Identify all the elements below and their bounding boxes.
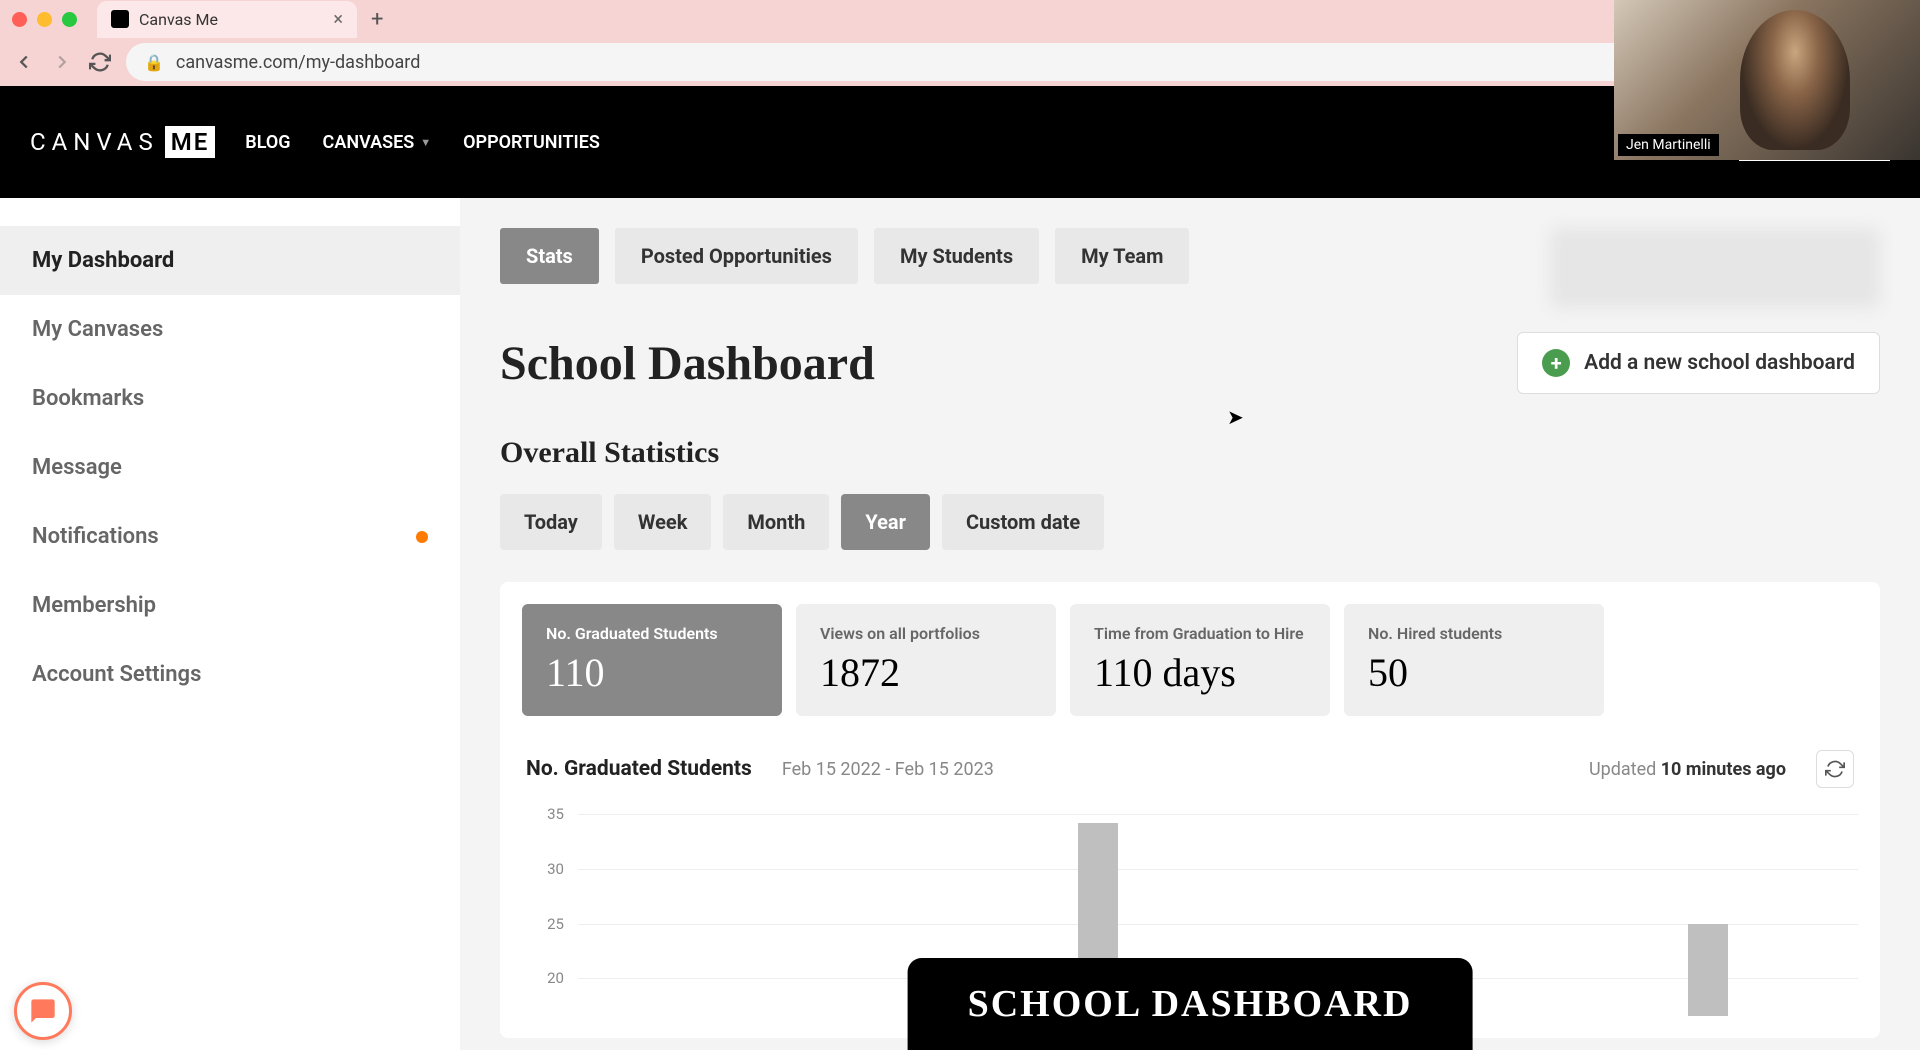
- logo[interactable]: CANVAS ME: [30, 126, 215, 158]
- tab-posted-opportunities[interactable]: Posted Opportunities: [615, 228, 858, 284]
- new-tab-button[interactable]: +: [371, 7, 383, 32]
- chart-date-range: Feb 15 2022 - Feb 15 2023: [782, 759, 994, 780]
- sidebar-item-dashboard[interactable]: My Dashboard: [0, 226, 460, 295]
- close-icon[interactable]: ×: [333, 9, 343, 30]
- chart-y-axis: 35 30 25 20: [522, 806, 570, 1016]
- stat-label: Time from Graduation to Hire: [1094, 624, 1306, 643]
- forward-button[interactable]: [50, 50, 74, 74]
- chart-updated-label: Updated 10 minutes ago: [1589, 759, 1786, 780]
- overlay-banner: SCHOOL DASHBOARD: [908, 958, 1473, 1050]
- page-title: School Dashboard: [500, 336, 875, 391]
- range-year[interactable]: Year: [841, 494, 930, 550]
- window-minimize-button[interactable]: [37, 12, 52, 27]
- video-person: [1740, 10, 1850, 150]
- video-call-overlay[interactable]: Jen Martinelli: [1614, 0, 1920, 160]
- sidebar-item-membership[interactable]: Membership: [0, 571, 460, 640]
- stat-card-hired[interactable]: No. Hired students 50: [1344, 604, 1604, 716]
- y-tick: 25: [547, 915, 564, 933]
- content-area: Stats Posted Opportunities My Students M…: [460, 198, 1920, 1050]
- range-custom[interactable]: Custom date: [942, 494, 1104, 550]
- sidebar: My Dashboard My Canvases Bookmarks Messa…: [0, 198, 460, 1050]
- stat-label: Views on all portfolios: [820, 624, 1032, 643]
- range-week[interactable]: Week: [614, 494, 711, 550]
- nav-blog[interactable]: BLOG: [245, 132, 290, 153]
- stat-value: 110: [546, 649, 758, 696]
- redacted-region: [1550, 228, 1880, 308]
- stat-label: No. Hired students: [1368, 624, 1580, 643]
- chart-header: No. Graduated Students Feb 15 2022 - Feb…: [522, 750, 1858, 788]
- y-tick: 20: [547, 969, 564, 987]
- refresh-button[interactable]: [1816, 750, 1854, 788]
- add-button-label: Add a new school dashboard: [1584, 351, 1855, 375]
- nav-canvases[interactable]: CANVASES▼: [323, 132, 432, 153]
- window-close-button[interactable]: [12, 12, 27, 27]
- y-tick: 30: [547, 860, 564, 878]
- y-tick: 35: [547, 806, 564, 823]
- stat-value: 1872: [820, 649, 1032, 696]
- tab-stats[interactable]: Stats: [500, 228, 599, 284]
- reload-button[interactable]: [88, 50, 112, 74]
- logo-badge: ME: [165, 126, 216, 158]
- range-today[interactable]: Today: [500, 494, 602, 550]
- chat-widget-button[interactable]: [14, 982, 72, 1040]
- window-controls: [12, 12, 77, 27]
- stat-label: No. Graduated Students: [546, 624, 758, 643]
- sidebar-item-bookmarks[interactable]: Bookmarks: [0, 364, 460, 433]
- browser-tab[interactable]: Canvas Me ×: [97, 1, 357, 38]
- tab-title: Canvas Me: [139, 10, 323, 29]
- chart-bar: [1688, 924, 1728, 1016]
- logo-text: CANVAS: [30, 128, 159, 156]
- lock-icon: 🔒: [144, 53, 164, 72]
- notification-dot: [416, 531, 428, 543]
- stat-card-views[interactable]: Views on all portfolios 1872: [796, 604, 1056, 716]
- favicon: [111, 10, 129, 28]
- section-title: Overall Statistics: [500, 436, 1880, 470]
- tab-my-students[interactable]: My Students: [874, 228, 1039, 284]
- nav-opportunities[interactable]: OPPORTUNITIES: [463, 132, 600, 153]
- stat-card-time-to-hire[interactable]: Time from Graduation to Hire 110 days: [1070, 604, 1330, 716]
- chevron-down-icon: ▼: [420, 136, 431, 149]
- back-button[interactable]: [12, 50, 36, 74]
- stat-card-graduated[interactable]: No. Graduated Students 110: [522, 604, 782, 716]
- range-month[interactable]: Month: [723, 494, 829, 550]
- url-text: canvasme.com/my-dashboard: [176, 52, 420, 73]
- sidebar-item-notifications[interactable]: Notifications: [0, 502, 460, 571]
- chart-title: No. Graduated Students: [526, 757, 752, 781]
- stat-value: 50: [1368, 649, 1580, 696]
- sidebar-item-message[interactable]: Message: [0, 433, 460, 502]
- sidebar-item-canvases[interactable]: My Canvases: [0, 295, 460, 364]
- video-participant-name: Jen Martinelli: [1618, 134, 1719, 156]
- sidebar-item-account[interactable]: Account Settings: [0, 640, 460, 709]
- stat-value: 110 days: [1094, 649, 1306, 696]
- add-school-dashboard-button[interactable]: + Add a new school dashboard: [1517, 332, 1880, 394]
- plus-circle-icon: +: [1542, 349, 1570, 377]
- date-range-tabs: Today Week Month Year Custom date: [500, 494, 1880, 550]
- window-maximize-button[interactable]: [62, 12, 77, 27]
- tab-my-team[interactable]: My Team: [1055, 228, 1189, 284]
